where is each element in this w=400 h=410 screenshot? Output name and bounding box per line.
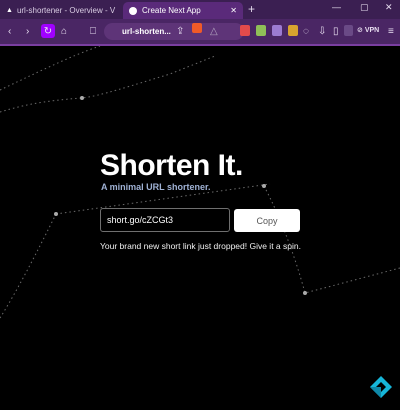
page-content: Shorten It. A minimal URL shortener. Cop… bbox=[0, 46, 400, 410]
address-bar[interactable]: url-shorten... bbox=[104, 23, 244, 40]
extension-green-icon[interactable] bbox=[256, 25, 266, 36]
nextjs-icon bbox=[129, 6, 137, 15]
bookmark-icon[interactable]: ⎕ bbox=[90, 24, 96, 38]
diamond-logo-icon[interactable] bbox=[369, 375, 393, 399]
chat-icon[interactable]: ◌ bbox=[303, 24, 309, 38]
home-icon[interactable]: ⌂ bbox=[61, 24, 67, 38]
short-url-field[interactable] bbox=[100, 208, 230, 232]
star-dot bbox=[54, 212, 58, 216]
extension-purple-icon[interactable] bbox=[272, 25, 282, 36]
sidebar-icon[interactable]: ▯ bbox=[333, 24, 339, 38]
vpn-label: VPN bbox=[364, 27, 380, 34]
page-subtitle: A minimal URL shortener. bbox=[101, 182, 211, 192]
brave-shields-icon[interactable] bbox=[192, 23, 202, 33]
tab-create-next-app[interactable]: Create Next App ✕ bbox=[123, 2, 243, 19]
brave-rewards-icon[interactable]: △ bbox=[210, 24, 218, 38]
share-icon[interactable]: ⇪ bbox=[176, 24, 184, 38]
tab-url-shortener[interactable]: ▲ url-shortener - Overview - V bbox=[2, 2, 124, 19]
download-icon[interactable]: ⇩ bbox=[318, 24, 326, 38]
maximize-icon[interactable]: ▢ bbox=[360, 2, 369, 13]
browser-toolbar: ‹ › ↻ ⌂ ⎕ url-shorten... ⇪ △ ◌ ⇩ ▯ ⊘ VPN… bbox=[0, 19, 400, 44]
star-dot bbox=[303, 291, 307, 295]
wallet-icon[interactable] bbox=[344, 25, 353, 36]
tab-label: Create Next App bbox=[142, 6, 201, 15]
address-text: url-shorten... bbox=[122, 27, 171, 36]
back-icon[interactable]: ‹ bbox=[8, 24, 11, 38]
dotted-line bbox=[0, 46, 101, 91]
vpn-button[interactable]: ⊘ VPN bbox=[357, 26, 379, 34]
close-tab-icon[interactable]: ✕ bbox=[230, 6, 237, 15]
menu-icon[interactable]: ≡ bbox=[388, 24, 394, 38]
vercel-triangle-icon: ▲ bbox=[6, 7, 13, 14]
minimize-icon[interactable]: — bbox=[332, 2, 341, 12]
star-dot bbox=[80, 96, 84, 100]
status-message: Your brand new short link just dropped! … bbox=[100, 241, 301, 251]
tab-strip: ▲ url-shortener - Overview - V Create Ne… bbox=[0, 0, 400, 19]
page-title: Shorten It. bbox=[100, 149, 243, 182]
window-close-icon[interactable]: ✕ bbox=[385, 2, 393, 13]
extension-yellow-icon[interactable] bbox=[288, 25, 298, 36]
forward-icon[interactable]: › bbox=[26, 24, 29, 38]
dotted-line bbox=[0, 55, 216, 113]
reload-icon[interactable]: ↻ bbox=[41, 24, 55, 38]
new-tab-icon[interactable]: + bbox=[248, 2, 255, 16]
tab-label: url-shortener - Overview - V bbox=[16, 6, 116, 15]
dotted-line bbox=[0, 213, 57, 319]
star-dot bbox=[262, 184, 266, 188]
copy-button[interactable]: Copy bbox=[234, 209, 300, 232]
extension-red-icon[interactable] bbox=[240, 25, 250, 36]
